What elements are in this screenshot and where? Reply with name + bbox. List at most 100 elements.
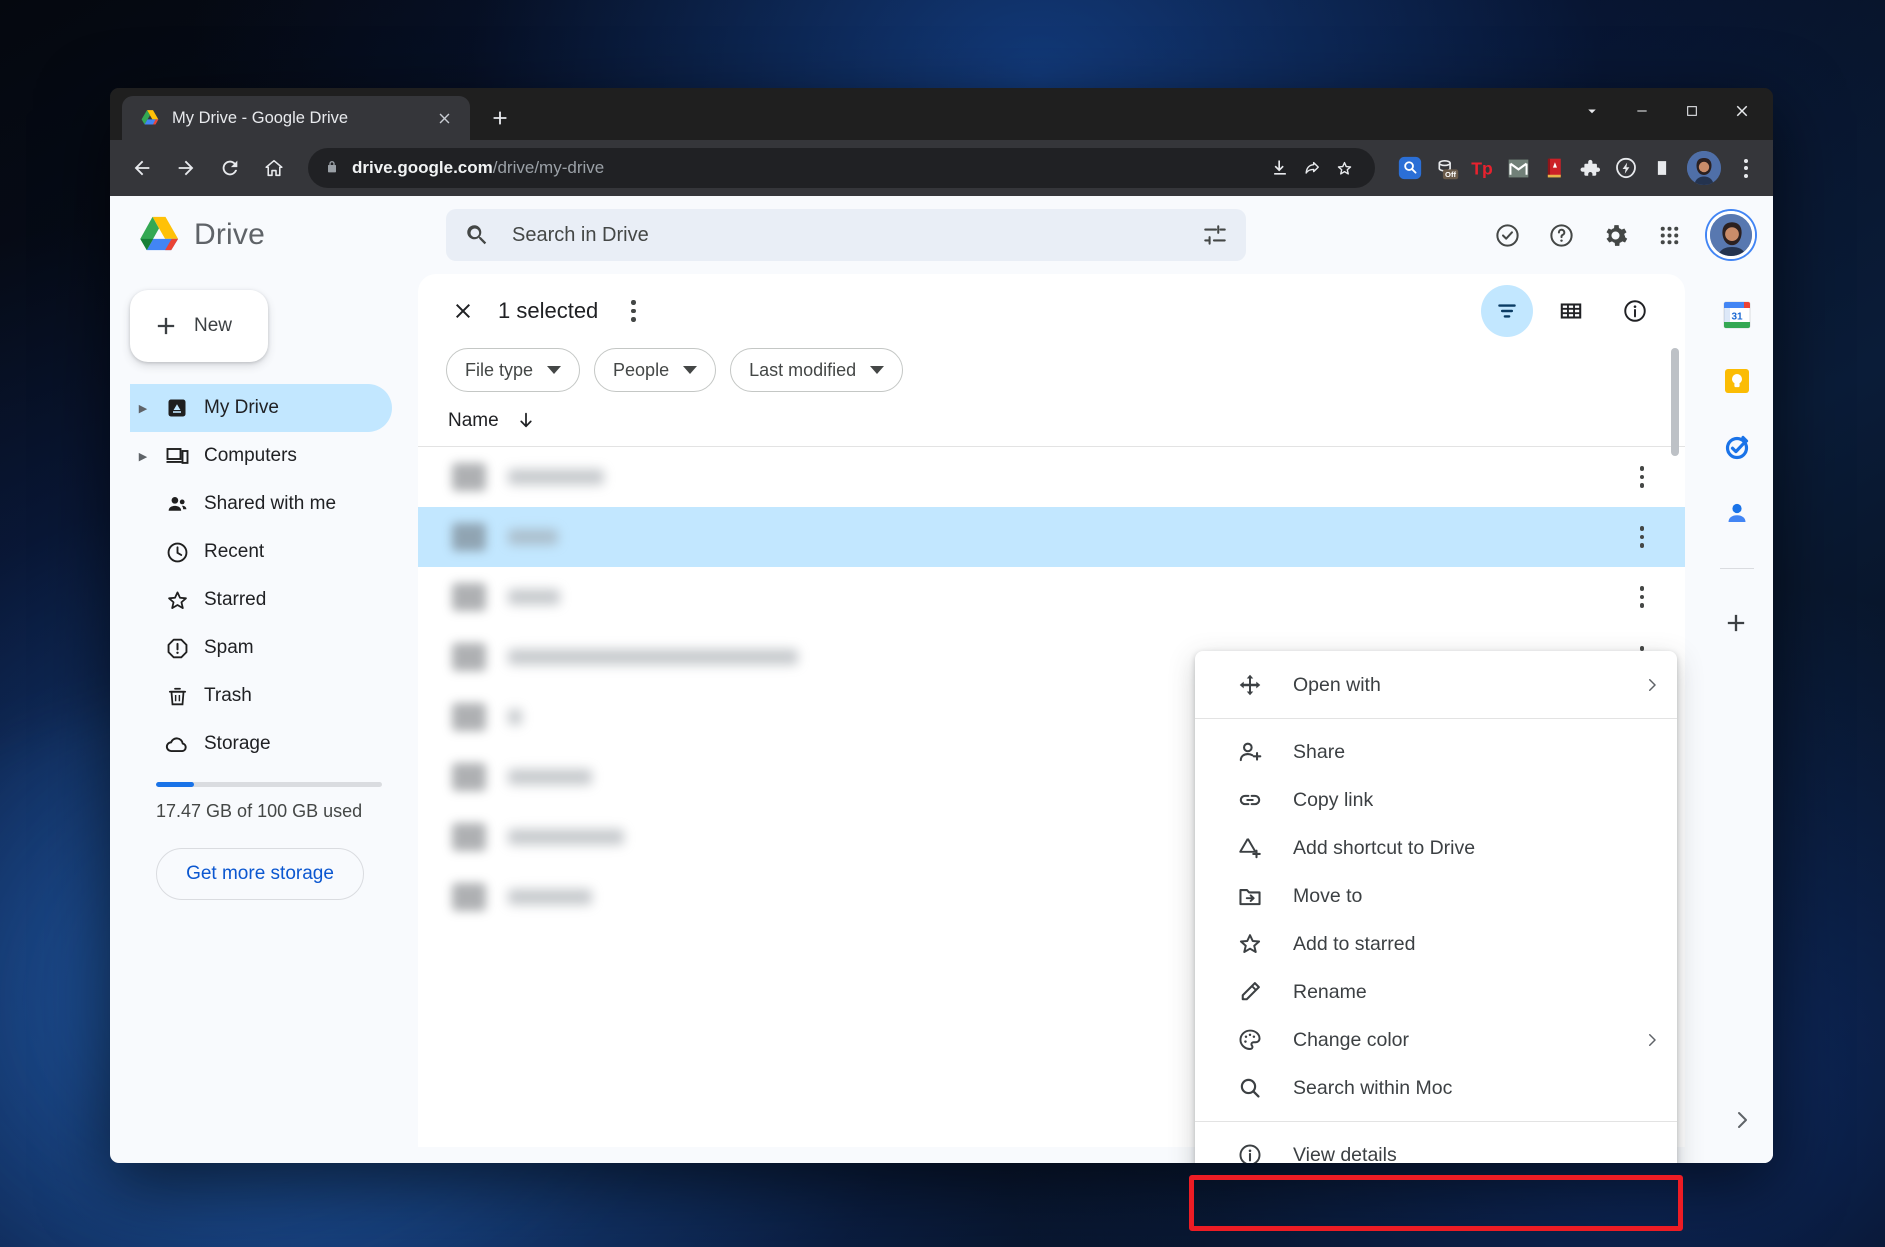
file-thumbnail bbox=[452, 703, 486, 731]
search-options-icon[interactable] bbox=[1202, 222, 1228, 248]
sidebar-item-computers[interactable]: ▶ Computers bbox=[130, 432, 392, 480]
menu-item-label: View details bbox=[1293, 1143, 1397, 1164]
filter-chip-last-modified[interactable]: Last modified bbox=[730, 348, 904, 392]
bookmark-star-icon[interactable] bbox=[1329, 153, 1359, 183]
puzzle-extensions-icon[interactable] bbox=[1575, 153, 1605, 183]
address-bar[interactable]: drive.google.com/drive/my-drive bbox=[308, 148, 1375, 188]
menu-item-search-within-moc[interactable]: Search within Moc bbox=[1195, 1064, 1677, 1112]
row-more-options-icon[interactable] bbox=[1627, 522, 1657, 552]
menu-item-share[interactable]: Share bbox=[1195, 728, 1677, 776]
red-book-icon[interactable] bbox=[1539, 153, 1569, 183]
sidebar-item-starred[interactable]: ▶ Starred bbox=[130, 576, 392, 624]
close-icon[interactable] bbox=[446, 294, 480, 328]
search-extension-icon[interactable] bbox=[1395, 153, 1425, 183]
sidebar-item-trash[interactable]: ▶ Trash bbox=[130, 672, 392, 720]
row-more-options-icon[interactable] bbox=[1627, 582, 1657, 612]
browser-tab[interactable]: My Drive - Google Drive bbox=[122, 96, 470, 140]
new-button-label: New bbox=[194, 315, 233, 336]
star-icon bbox=[1235, 929, 1265, 959]
table-row[interactable] bbox=[418, 567, 1685, 627]
drive-search-bar[interactable]: Search in Drive bbox=[446, 209, 1246, 261]
sidebar-item-spam[interactable]: ▶ Spam bbox=[130, 624, 392, 672]
menu-item-view-details[interactable]: View details bbox=[1195, 1131, 1677, 1163]
install-icon[interactable] bbox=[1265, 153, 1295, 183]
vertical-scrollbar[interactable] bbox=[1671, 348, 1679, 456]
toggle-off-icon[interactable]: Off bbox=[1431, 153, 1461, 183]
back-icon[interactable] bbox=[122, 148, 162, 188]
activity-check-icon[interactable] bbox=[1483, 211, 1531, 259]
google-tasks-icon[interactable] bbox=[1722, 432, 1752, 462]
file-thumbnail bbox=[452, 583, 486, 611]
view-details-icon[interactable] bbox=[1609, 285, 1661, 337]
recent-clock-icon bbox=[164, 539, 190, 565]
google-contacts-icon[interactable] bbox=[1722, 498, 1752, 528]
filter-active-icon[interactable] bbox=[1481, 285, 1533, 337]
google-drive-icon bbox=[140, 108, 160, 128]
menu-item-label: Open with bbox=[1293, 673, 1381, 696]
drive-sidebar: New ▶ My Drive ▶ Computers Shared with m… bbox=[110, 274, 410, 1163]
file-name-redacted bbox=[508, 529, 558, 545]
add-app-button[interactable] bbox=[1722, 609, 1752, 639]
settings-gear-icon[interactable] bbox=[1591, 211, 1639, 259]
new-button[interactable]: New bbox=[130, 290, 268, 362]
google-calendar-icon[interactable]: 31 bbox=[1722, 300, 1752, 330]
sidebar-item-storage[interactable]: ▶ Storage bbox=[130, 720, 392, 768]
search-input[interactable]: Search in Drive bbox=[512, 224, 1180, 247]
sidebar-item-recent[interactable]: ▶ Recent bbox=[130, 528, 392, 576]
menu-item-change-color[interactable]: Change color bbox=[1195, 1016, 1677, 1064]
side-panel-icon[interactable] bbox=[1647, 153, 1677, 183]
gmail-icon[interactable] bbox=[1503, 153, 1533, 183]
browser-menu-icon[interactable] bbox=[1731, 151, 1761, 185]
menu-item-add-shortcut-to-drive[interactable]: Add shortcut to Drive bbox=[1195, 824, 1677, 872]
column-header-name[interactable]: Name bbox=[448, 410, 499, 432]
menu-item-move-to[interactable]: Move to bbox=[1195, 872, 1677, 920]
file-name-redacted bbox=[508, 889, 592, 905]
filter-chip-file-type[interactable]: File type bbox=[446, 348, 581, 392]
more-options-icon[interactable] bbox=[616, 294, 650, 328]
new-tab-button[interactable] bbox=[486, 104, 514, 132]
grid-view-icon[interactable] bbox=[1545, 285, 1597, 337]
calendar-day-badge: 31 bbox=[1731, 312, 1743, 323]
help-icon[interactable] bbox=[1537, 211, 1585, 259]
drive-brand[interactable]: Drive bbox=[136, 214, 436, 256]
chevron-right-icon[interactable]: ▶ bbox=[136, 450, 150, 463]
table-row[interactable] bbox=[418, 447, 1685, 507]
drive-header: Drive Search in Drive bbox=[110, 196, 1773, 274]
file-name-redacted bbox=[508, 589, 560, 605]
row-more-options-icon[interactable] bbox=[1627, 462, 1657, 492]
menu-item-open-with[interactable]: Open with bbox=[1195, 661, 1677, 709]
maximize-icon[interactable] bbox=[1669, 92, 1715, 130]
account-avatar[interactable] bbox=[1707, 211, 1755, 259]
sidebar-item-my-drive[interactable]: ▶ My Drive bbox=[130, 384, 392, 432]
window-close-icon[interactable] bbox=[1719, 92, 1765, 130]
secure-lock-icon bbox=[324, 159, 340, 177]
home-icon[interactable] bbox=[254, 148, 294, 188]
menu-item-copy-link[interactable]: Copy link bbox=[1195, 776, 1677, 824]
menu-separator bbox=[1195, 1121, 1677, 1122]
selection-toolbar: 1 selected bbox=[418, 274, 1685, 348]
tab-strip: My Drive - Google Drive bbox=[110, 88, 1773, 140]
close-icon[interactable] bbox=[430, 104, 458, 132]
sort-descending-arrow-icon[interactable] bbox=[515, 410, 537, 432]
forward-icon[interactable] bbox=[166, 148, 206, 188]
share-icon[interactable] bbox=[1297, 153, 1327, 183]
chip-label: People bbox=[613, 359, 670, 380]
expand-panel-icon[interactable] bbox=[1725, 1103, 1759, 1137]
minimize-icon[interactable] bbox=[1619, 92, 1665, 130]
profile-avatar[interactable] bbox=[1687, 151, 1721, 185]
get-more-storage-button[interactable]: Get more storage bbox=[156, 848, 364, 900]
file-context-menu[interactable]: Open with Share Copy link Add shortcut to D… bbox=[1195, 651, 1677, 1163]
rename-pencil-icon bbox=[1235, 977, 1265, 1007]
filter-chip-people[interactable]: People bbox=[594, 348, 717, 392]
apps-grid-icon[interactable] bbox=[1645, 211, 1693, 259]
google-keep-icon[interactable] bbox=[1722, 366, 1752, 396]
table-row[interactable] bbox=[418, 507, 1685, 567]
menu-item-add-to-starred[interactable]: Add to starred bbox=[1195, 920, 1677, 968]
menu-item-rename[interactable]: Rename bbox=[1195, 968, 1677, 1016]
reload-icon[interactable] bbox=[210, 148, 250, 188]
sidebar-item-shared-with-me[interactable]: ▶ Shared with me bbox=[130, 480, 392, 528]
chevron-down-icon[interactable] bbox=[1569, 92, 1615, 130]
leaf-bolt-icon[interactable] bbox=[1611, 153, 1641, 183]
tp-extension-icon[interactable]: Tp bbox=[1467, 153, 1497, 183]
chevron-right-icon[interactable]: ▶ bbox=[136, 402, 150, 415]
